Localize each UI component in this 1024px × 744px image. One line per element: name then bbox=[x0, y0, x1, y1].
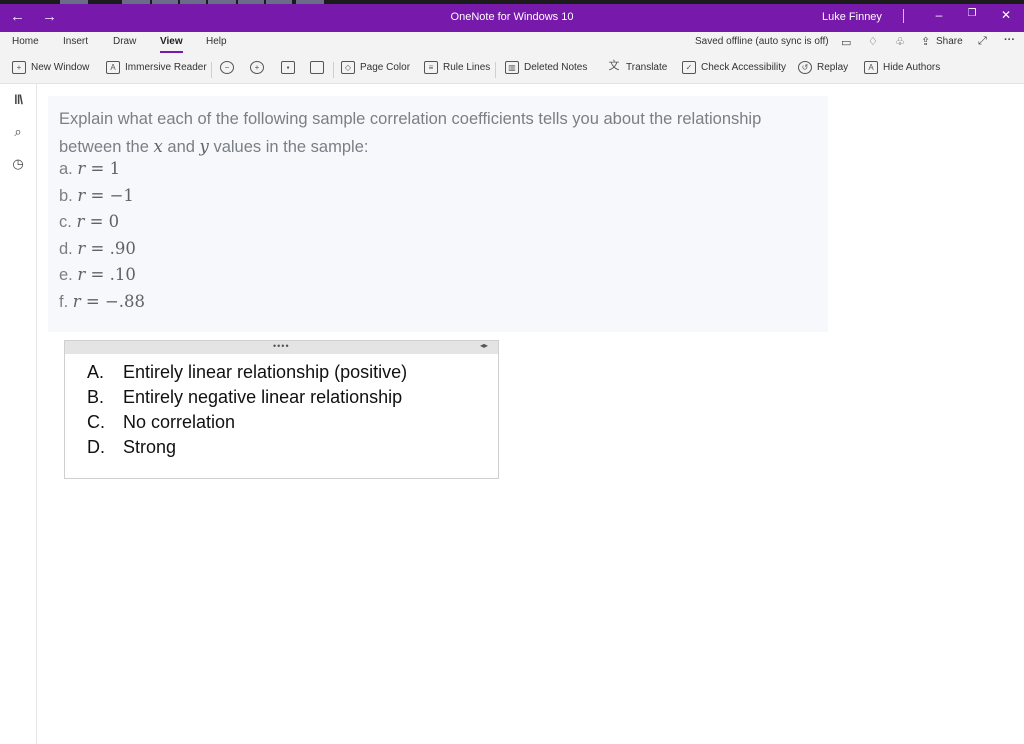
hide-authors-icon: A bbox=[864, 61, 878, 74]
lightbulb-icon[interactable]: ♢ bbox=[868, 35, 878, 48]
answer-item[interactable]: B. Entirely negative linear relationship bbox=[87, 387, 402, 408]
question-line-2: between the x and y values in the sample… bbox=[59, 137, 369, 156]
container-drag-handle[interactable]: •••• ◂▸ bbox=[65, 341, 498, 354]
check-accessibility-button[interactable]: ✓ Check Accessibility bbox=[682, 61, 786, 74]
immersive-reader-button[interactable]: A Immersive Reader bbox=[106, 61, 207, 74]
notebook-sync-icon[interactable]: ▭ bbox=[841, 36, 851, 49]
trash-icon: ▥ bbox=[505, 61, 519, 74]
page-width-button[interactable] bbox=[310, 61, 324, 74]
expand-icon[interactable]: ⤢ bbox=[978, 35, 987, 48]
translate-button[interactable]: 文 Translate bbox=[607, 60, 668, 74]
search-icon[interactable]: ⌕ bbox=[8, 124, 28, 140]
page-color-button[interactable]: ◇ Page Color bbox=[341, 61, 410, 74]
zoom-out-button[interactable]: − bbox=[220, 61, 234, 74]
question-line-1: Explain what each of the following sampl… bbox=[59, 110, 762, 128]
tab-draw[interactable]: Draw bbox=[113, 36, 136, 47]
recent-notes-icon[interactable]: ◷ bbox=[8, 156, 28, 172]
user-name[interactable]: Luke Finney bbox=[822, 11, 882, 23]
ribbon-separator bbox=[211, 62, 212, 78]
question-text: Explain what each of the following sampl… bbox=[59, 106, 829, 161]
ribbon-separator bbox=[333, 62, 334, 78]
answer-item[interactable]: C. No correlation bbox=[87, 412, 235, 433]
view-ribbon: + New Window A Immersive Reader − + ▪ ◇ … bbox=[0, 54, 1024, 84]
zoom-in-icon: + bbox=[250, 61, 264, 74]
notebooks-icon[interactable]: ‖\ bbox=[8, 92, 28, 107]
tab-view[interactable]: View bbox=[160, 36, 183, 53]
question-item: a. r = 1 bbox=[59, 159, 121, 178]
tab-help[interactable]: Help bbox=[206, 36, 227, 47]
new-window-button[interactable]: + New Window bbox=[12, 61, 89, 74]
minimize-button[interactable]: – bbox=[929, 8, 949, 22]
answer-item[interactable]: D. Strong bbox=[87, 437, 176, 458]
question-item: f. r = −.88 bbox=[59, 292, 146, 311]
sync-status: Saved offline (auto sync is off) bbox=[695, 36, 829, 47]
new-window-icon: + bbox=[12, 61, 26, 74]
question-item: d. r = .90 bbox=[59, 239, 136, 258]
rule-lines-button[interactable]: ≡ Rule Lines bbox=[424, 61, 490, 74]
question-item: b. r = −1 bbox=[59, 186, 134, 205]
share-button[interactable]: Share bbox=[936, 36, 963, 47]
bell-icon[interactable]: ♧ bbox=[895, 35, 905, 48]
replay-button[interactable]: ↺ Replay bbox=[798, 61, 848, 74]
deleted-notes-button[interactable]: ▥ Deleted Notes bbox=[505, 61, 587, 74]
zoom-in-button[interactable]: + bbox=[250, 61, 264, 74]
zoom-100-icon: ▪ bbox=[281, 61, 295, 74]
navigation-rail: ‖\ ⌕ ◷ bbox=[0, 84, 37, 744]
title-bar: ← → OneNote for Windows 10 Luke Finney –… bbox=[0, 0, 1024, 32]
tab-insert[interactable]: Insert bbox=[63, 36, 88, 47]
more-options-icon[interactable]: ··· bbox=[1004, 34, 1015, 46]
ribbon-tabs: Home Insert Draw View Help Saved offline… bbox=[0, 32, 1024, 54]
accessibility-icon: ✓ bbox=[682, 61, 696, 74]
zoom-100-button[interactable]: ▪ bbox=[281, 61, 295, 74]
question-image: Explain what each of the following sampl… bbox=[48, 96, 828, 332]
immersive-reader-icon: A bbox=[106, 61, 120, 74]
drag-dots-icon[interactable]: •••• bbox=[273, 341, 290, 351]
restore-button[interactable]: ❐ bbox=[962, 8, 982, 19]
question-item: c. r = 0 bbox=[59, 212, 120, 231]
hide-authors-button[interactable]: A Hide Authors bbox=[864, 61, 940, 74]
question-item: e. r = .10 bbox=[59, 265, 136, 284]
tab-home[interactable]: Home bbox=[12, 36, 39, 47]
paint-bucket-icon: ◇ bbox=[341, 61, 355, 74]
close-button[interactable]: ✕ bbox=[996, 8, 1016, 22]
translate-icon: 文 bbox=[608, 60, 620, 72]
note-container[interactable]: •••• ◂▸ A. Entirely linear relationship (… bbox=[64, 340, 499, 479]
share-icon[interactable]: ⇪ bbox=[921, 35, 930, 48]
answer-item[interactable]: A. Entirely linear relationship (positive… bbox=[87, 362, 407, 383]
rule-lines-icon: ≡ bbox=[424, 61, 438, 74]
zoom-out-icon: − bbox=[220, 61, 234, 74]
taskbar-strip bbox=[0, 0, 1024, 4]
titlebar-separator bbox=[903, 9, 904, 23]
ribbon-separator bbox=[495, 62, 496, 78]
resize-arrows-icon[interactable]: ◂▸ bbox=[480, 341, 488, 350]
page-width-icon bbox=[310, 61, 324, 74]
replay-icon: ↺ bbox=[798, 61, 812, 74]
